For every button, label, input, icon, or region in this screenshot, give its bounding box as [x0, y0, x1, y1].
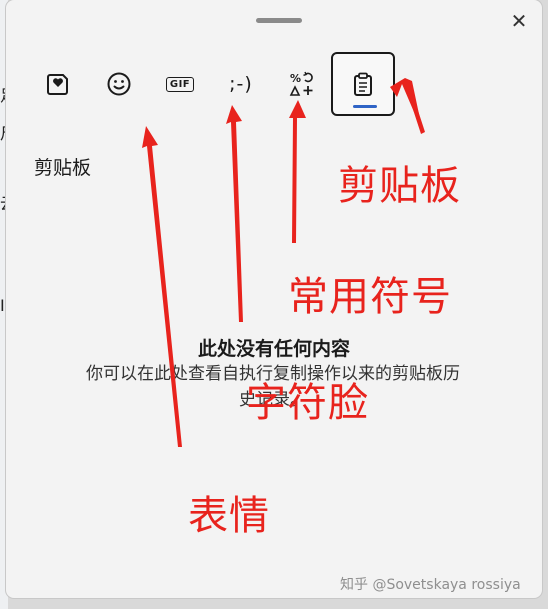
close-button[interactable]: ✕ [506, 8, 532, 34]
empty-state-title: 此处没有任何内容 [197, 338, 350, 360]
tab-favorites[interactable] [26, 52, 90, 116]
tab-kaomoji[interactable]: ;-) [209, 52, 273, 116]
tab-clipboard[interactable] [331, 52, 395, 116]
annotation-clipboard: 剪贴板 [338, 163, 461, 209]
svg-text:%: % [290, 72, 301, 85]
smiley-icon [107, 72, 131, 96]
tab-gif[interactable]: GIF [148, 52, 212, 116]
clipboard-icon [354, 72, 372, 96]
annotation-emoji: 表情 [188, 493, 270, 539]
annotation-kaomoji: 字符脸 [246, 380, 369, 426]
close-icon: ✕ [510, 9, 528, 33]
kaomoji-icon: ;-) [229, 73, 253, 95]
active-tab-indicator [353, 105, 377, 108]
drag-handle[interactable] [256, 18, 302, 23]
watermark: 知乎 @Sovetskaya rossiya [340, 577, 521, 593]
emoji-clipboard-panel: ✕ GIF ;-) % 剪贴板 [6, 0, 542, 598]
section-title: 剪贴板 [34, 157, 92, 179]
annotation-symbols: 常用符号 [288, 274, 452, 320]
heart-sticker-icon [47, 74, 68, 95]
symbols-icon: % [289, 71, 313, 96]
gif-icon: GIF [165, 76, 195, 92]
tab-emoji[interactable] [87, 52, 151, 116]
background-text-fragment: I [0, 296, 5, 315]
tab-symbols[interactable]: % [270, 52, 334, 116]
